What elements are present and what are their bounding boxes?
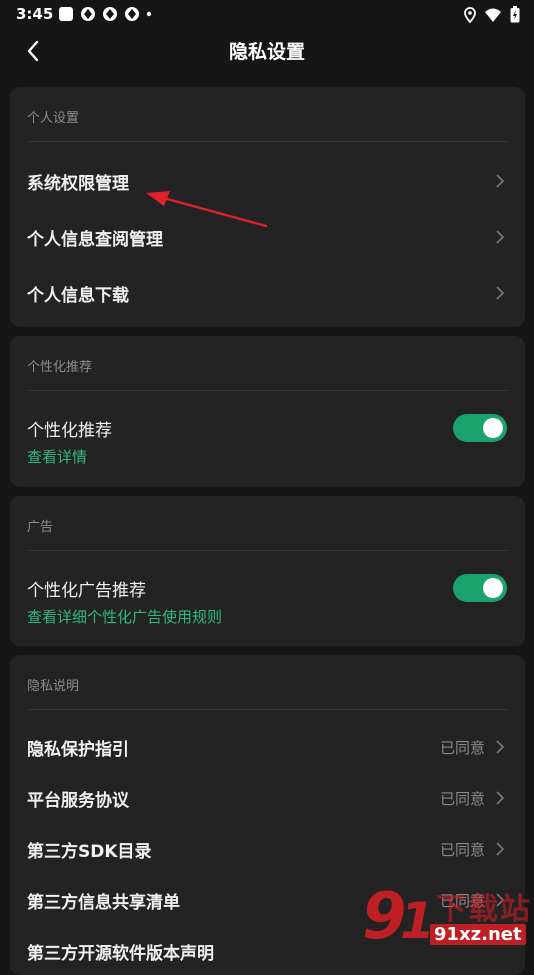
toggle-label: 个性化推荐 (27, 421, 112, 441)
section-title: 广告 (27, 520, 54, 535)
watermark-logo: 9 1 下载站 91xz.net (360, 882, 532, 948)
privacy-guide-item[interactable]: 隐私保护指引 已同意 (10, 721, 525, 771)
watermark-cn: 下载站 (436, 892, 532, 927)
chevron-right-icon (496, 174, 505, 188)
ad-rules-link[interactable]: 查看详细个性化广告使用规则 (27, 606, 222, 627)
chevron-right-icon (496, 286, 505, 300)
more-notifications-dot-icon (146, 11, 152, 17)
page-title: 隐私设置 (228, 41, 305, 63)
chevron-right-icon (496, 842, 505, 856)
system-icons (464, 6, 520, 23)
personalized-ads-toggle[interactable] (453, 574, 507, 602)
section-title: 隐私说明 (27, 679, 80, 694)
agreed-status: 已同意 (439, 841, 485, 859)
title-bar: 隐私设置 (0, 28, 534, 74)
row-label: 第三方SDK目录 (27, 842, 152, 862)
svg-text:1: 1 (400, 892, 434, 948)
row-label: 第三方开源软件版本声明 (27, 944, 214, 964)
view-details-link[interactable]: 查看详情 (27, 446, 87, 467)
divider (27, 709, 508, 710)
row-label: 系统权限管理 (27, 174, 129, 194)
personalized-recommend-card: 个性化推荐 个性化推荐 查看详情 (10, 336, 525, 487)
annotation-arrow-icon (146, 191, 268, 228)
status-bar: 3:45 (0, 0, 534, 28)
wifi-icon (485, 8, 501, 22)
watermark-logo-icon: 9 1 (362, 882, 434, 948)
chevron-right-icon (496, 740, 505, 754)
app-notification-icon (81, 7, 95, 21)
ads-card: 广告 个性化广告推荐 查看详细个性化广告使用规则 (10, 496, 525, 646)
section-title: 个人设置 (27, 111, 80, 126)
divider (27, 390, 508, 391)
row-label: 隐私保护指引 (27, 740, 129, 760)
personalized-recommend-toggle[interactable] (453, 414, 507, 442)
location-icon (464, 6, 476, 23)
row-label: 第三方信息共享清单 (27, 893, 180, 913)
section-title: 个性化推荐 (27, 360, 93, 375)
notification-square-icon (59, 7, 73, 21)
toggle-knob (483, 418, 503, 438)
app-notification-icon (125, 7, 139, 21)
divider (27, 550, 508, 551)
chevron-right-icon (496, 791, 505, 805)
status-time: 3:45 (16, 5, 54, 23)
row-label: 个人信息下载 (27, 286, 129, 306)
divider (27, 141, 508, 142)
agreed-status: 已同意 (439, 790, 485, 808)
toggle-knob (483, 578, 503, 598)
personal-info-download-item[interactable]: 个人信息下载 (10, 267, 525, 317)
agreed-status: 已同意 (439, 739, 485, 757)
notification-icons (58, 6, 152, 22)
app-notification-icon (103, 7, 117, 21)
battery-charging-icon (510, 6, 520, 23)
row-label: 平台服务协议 (27, 791, 129, 811)
third-party-sdk-item[interactable]: 第三方SDK目录 已同意 (10, 823, 525, 873)
watermark-domain: 91xz.net (430, 924, 526, 945)
toggle-label: 个性化广告推荐 (27, 581, 146, 601)
service-agreement-item[interactable]: 平台服务协议 已同意 (10, 772, 525, 822)
chevron-right-icon (496, 230, 505, 244)
